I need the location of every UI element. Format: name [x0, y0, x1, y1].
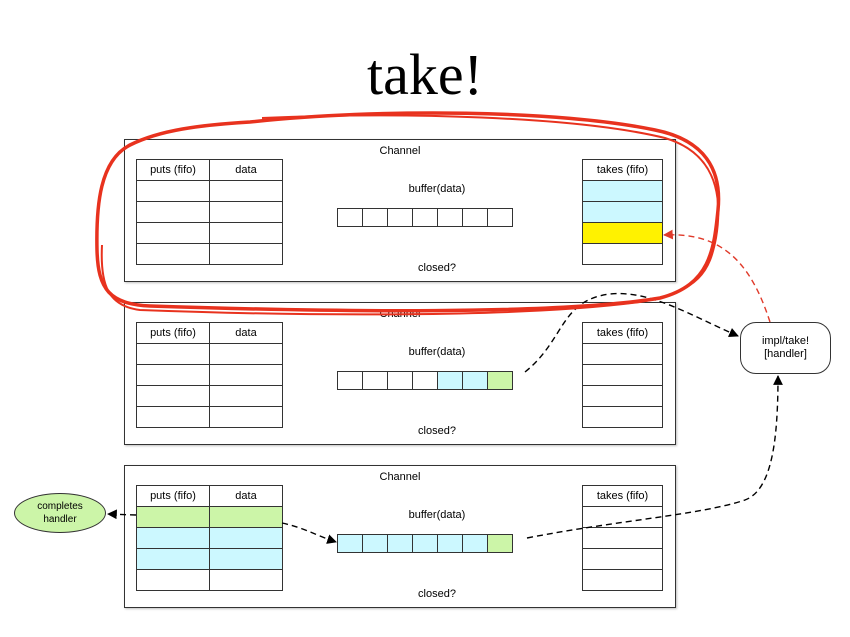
completes-handler-node: completes handler	[14, 493, 106, 533]
arrow-puts-to-completes	[107, 509, 137, 520]
arrow-buffer-to-impl	[524, 292, 739, 373]
arrow-puts-to-buffer	[281, 522, 337, 544]
handler-label: handler	[43, 514, 77, 525]
highlight-scribble	[95, 111, 721, 313]
impl-take-node: impl/take! [handler]	[740, 322, 831, 374]
connector-overlay	[95, 111, 783, 544]
highlight-scribble-second-pass	[100, 114, 720, 316]
impl-take-label: impl/take!	[761, 335, 810, 347]
impl-handler-label: [handler]	[764, 348, 807, 360]
completes-label: completes	[37, 501, 83, 512]
arrow-buffer3-to-impl	[526, 375, 783, 539]
